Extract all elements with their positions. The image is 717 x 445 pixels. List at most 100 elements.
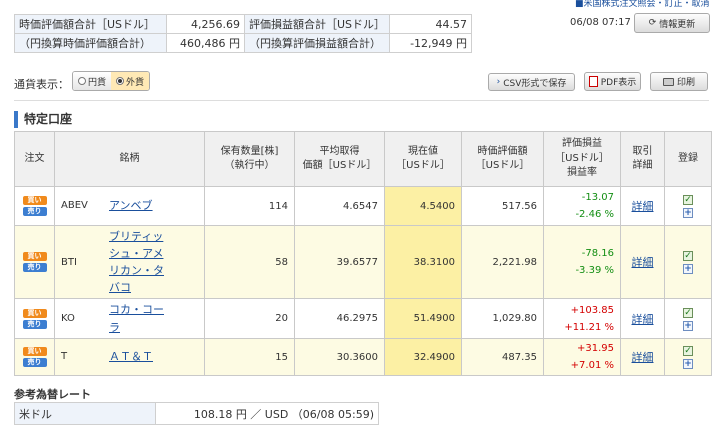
register-cell: ✓ + [664, 225, 712, 299]
col-detail: 取引 詳細 [620, 131, 665, 187]
ticker: KO [61, 313, 75, 324]
market-value: 487.35 [461, 338, 544, 376]
col-register: 登録 [664, 131, 712, 187]
current-price: 32.4900 [384, 338, 462, 376]
refresh-icon: ⟳ [648, 18, 657, 28]
plus-icon[interactable]: + [683, 264, 693, 274]
stock-name-link[interactable]: ブリティッ シュ・アメ リカン・タ バコ [109, 228, 164, 296]
plus-icon[interactable]: + [683, 359, 693, 369]
radio-selected-icon [116, 77, 125, 85]
stock-name-line: シュ・アメ [109, 246, 164, 260]
pl-amount: +31.95 [576, 343, 614, 354]
avg-cost: 30.3600 [294, 338, 385, 376]
detail-link[interactable]: 詳細 [632, 313, 654, 326]
col-order: 注文 [14, 131, 55, 187]
total-pl-jpy: -12,949 円 [389, 33, 473, 53]
order-cell: 買い 売り [14, 186, 55, 226]
stock-name-line: ＡＴ＆Ｔ [109, 350, 153, 364]
pl-cell: -78.16 -3.39 % [543, 225, 621, 299]
stock-name-line: アンベブ [109, 199, 153, 213]
last-updated-time: 06/08 07:17 [570, 17, 631, 28]
checkbox-checked-icon[interactable]: ✓ [683, 307, 693, 318]
exchange-rate-title: 参考為替レート [14, 388, 91, 401]
detail-cell: 詳細 [620, 298, 665, 339]
stock-name-line: ブリティッ [109, 229, 164, 243]
exchange-rate-label: 米ドル [14, 402, 156, 425]
avg-cost: 46.2975 [294, 298, 385, 339]
currency-display-label: 通貨表示： [14, 78, 69, 91]
ticker: ABEV [61, 200, 88, 212]
currency-option-foreign[interactable]: 外貨 [111, 72, 150, 90]
detail-link[interactable]: 詳細 [632, 351, 654, 364]
register-cell: ✓ + [664, 338, 712, 376]
sell-button[interactable]: 売り [22, 263, 47, 272]
checkbox-checked-icon[interactable]: ✓ [683, 346, 693, 356]
table-header-row: 注文 銘柄 保有数量[株] （執行中） 平均取得 価額［USドル］ 現在値 ［USドル… [14, 131, 712, 187]
plus-icon[interactable]: + [683, 320, 693, 331]
stock-name-link[interactable]: コカ・コーラ [109, 301, 164, 335]
buy-button[interactable]: 買い [22, 252, 47, 261]
total-pl: 44.57 [389, 14, 473, 34]
quantity: 20 [204, 298, 295, 339]
checkbox-checked-icon[interactable]: ✓ [683, 195, 693, 205]
detail-cell: 詳細 [620, 186, 665, 226]
col-quantity: 保有数量[株] （執行中） [204, 131, 295, 187]
current-price: 51.4900 [384, 298, 462, 339]
stock-name-line: コカ・コー [109, 303, 164, 317]
detail-link[interactable]: 詳細 [632, 256, 654, 269]
name-cell: BTI ブリティッ シュ・アメ リカン・タ バコ [54, 225, 205, 299]
arrow-right-icon: › [496, 77, 501, 87]
pdf-view-button[interactable]: PDF表示 [584, 72, 641, 91]
refresh-button[interactable]: ⟳ 情報更新 [634, 13, 710, 33]
total-pl-jpy-label: （円換算評価損益額合計） [243, 33, 391, 53]
pl-cell: +103.85 +11.21 % [543, 298, 621, 339]
quantity: 58 [204, 225, 295, 299]
plus-icon[interactable]: + [683, 208, 693, 218]
buy-button[interactable]: 買い [22, 347, 47, 356]
radio-icon [78, 77, 86, 85]
summary-table: 時価評価額合計［USドル］ 4,256.69 評価損益額合計［USドル］ 44.… [14, 14, 473, 53]
quantity: 114 [204, 186, 295, 226]
current-price: 4.5400 [384, 186, 462, 226]
col-pl: 評価損益 ［USドル］ 損益率 [543, 131, 621, 187]
total-market-value: 4,256.69 [166, 14, 245, 34]
register-cell: ✓ + [664, 186, 712, 226]
pl-amount: -78.16 [581, 248, 614, 259]
total-market-value-jpy-label: （円換算時価評価額合計） [14, 33, 167, 53]
buy-button[interactable]: 買い [22, 308, 47, 318]
quantity: 15 [204, 338, 295, 376]
stock-name-line: リカン・タ [109, 264, 164, 277]
total-pl-label: 評価損益額合計［USドル］ [243, 14, 391, 34]
sell-button[interactable]: 売り [22, 319, 47, 329]
sell-button[interactable]: 売り [22, 358, 47, 367]
pl-amount: -13.07 [581, 192, 614, 203]
stock-name-link[interactable]: ＡＴ＆Ｔ [109, 348, 153, 365]
pl-rate: -2.46 % [575, 209, 614, 220]
pl-cell: -13.07 -2.46 % [543, 186, 621, 226]
table-row: 買い 売り ABEV アンベブ 114 4.6547 4.5400 517.56… [14, 186, 712, 226]
pl-rate: -3.39 % [575, 265, 614, 276]
avg-cost: 4.6547 [294, 186, 385, 226]
pl-amount: +103.85 [570, 304, 614, 316]
table-row: 買い 売り KO コカ・コーラ 20 46.2975 51.4900 1,029… [14, 298, 712, 339]
order-cell: 買い 売り [14, 225, 55, 299]
exchange-rate-value: 108.18 円 ／ USD （06/08 05:59) [155, 402, 379, 425]
printer-icon [662, 77, 674, 86]
ticker: BTI [61, 256, 77, 268]
us-stock-order-inquiry-link[interactable]: ■米国株式注文照会・訂正・取消 [575, 0, 710, 9]
csv-save-button[interactable]: › CSV形式で保存 [488, 73, 575, 91]
pl-cell: +31.95 +7.01 % [543, 338, 621, 376]
sell-button[interactable]: 売り [22, 207, 47, 216]
buy-button[interactable]: 買い [22, 196, 47, 205]
ticker: T [61, 351, 68, 363]
currency-option-jpy[interactable]: 円貨 [73, 72, 112, 90]
exchange-rate-table: 米ドル 108.18 円 ／ USD （06/08 05:59) [14, 402, 379, 425]
refresh-label: 情報更新 [659, 19, 696, 30]
col-market-value: 時価評価額 ［USドル］ [461, 131, 544, 187]
print-button[interactable]: 印刷 [650, 72, 708, 91]
stock-name-link[interactable]: アンベブ [109, 197, 153, 214]
checkbox-checked-icon[interactable]: ✓ [683, 251, 693, 261]
detail-link[interactable]: 詳細 [632, 200, 654, 213]
avg-cost: 39.6577 [294, 225, 385, 299]
col-price: 現在値 ［USドル］ [384, 131, 462, 187]
